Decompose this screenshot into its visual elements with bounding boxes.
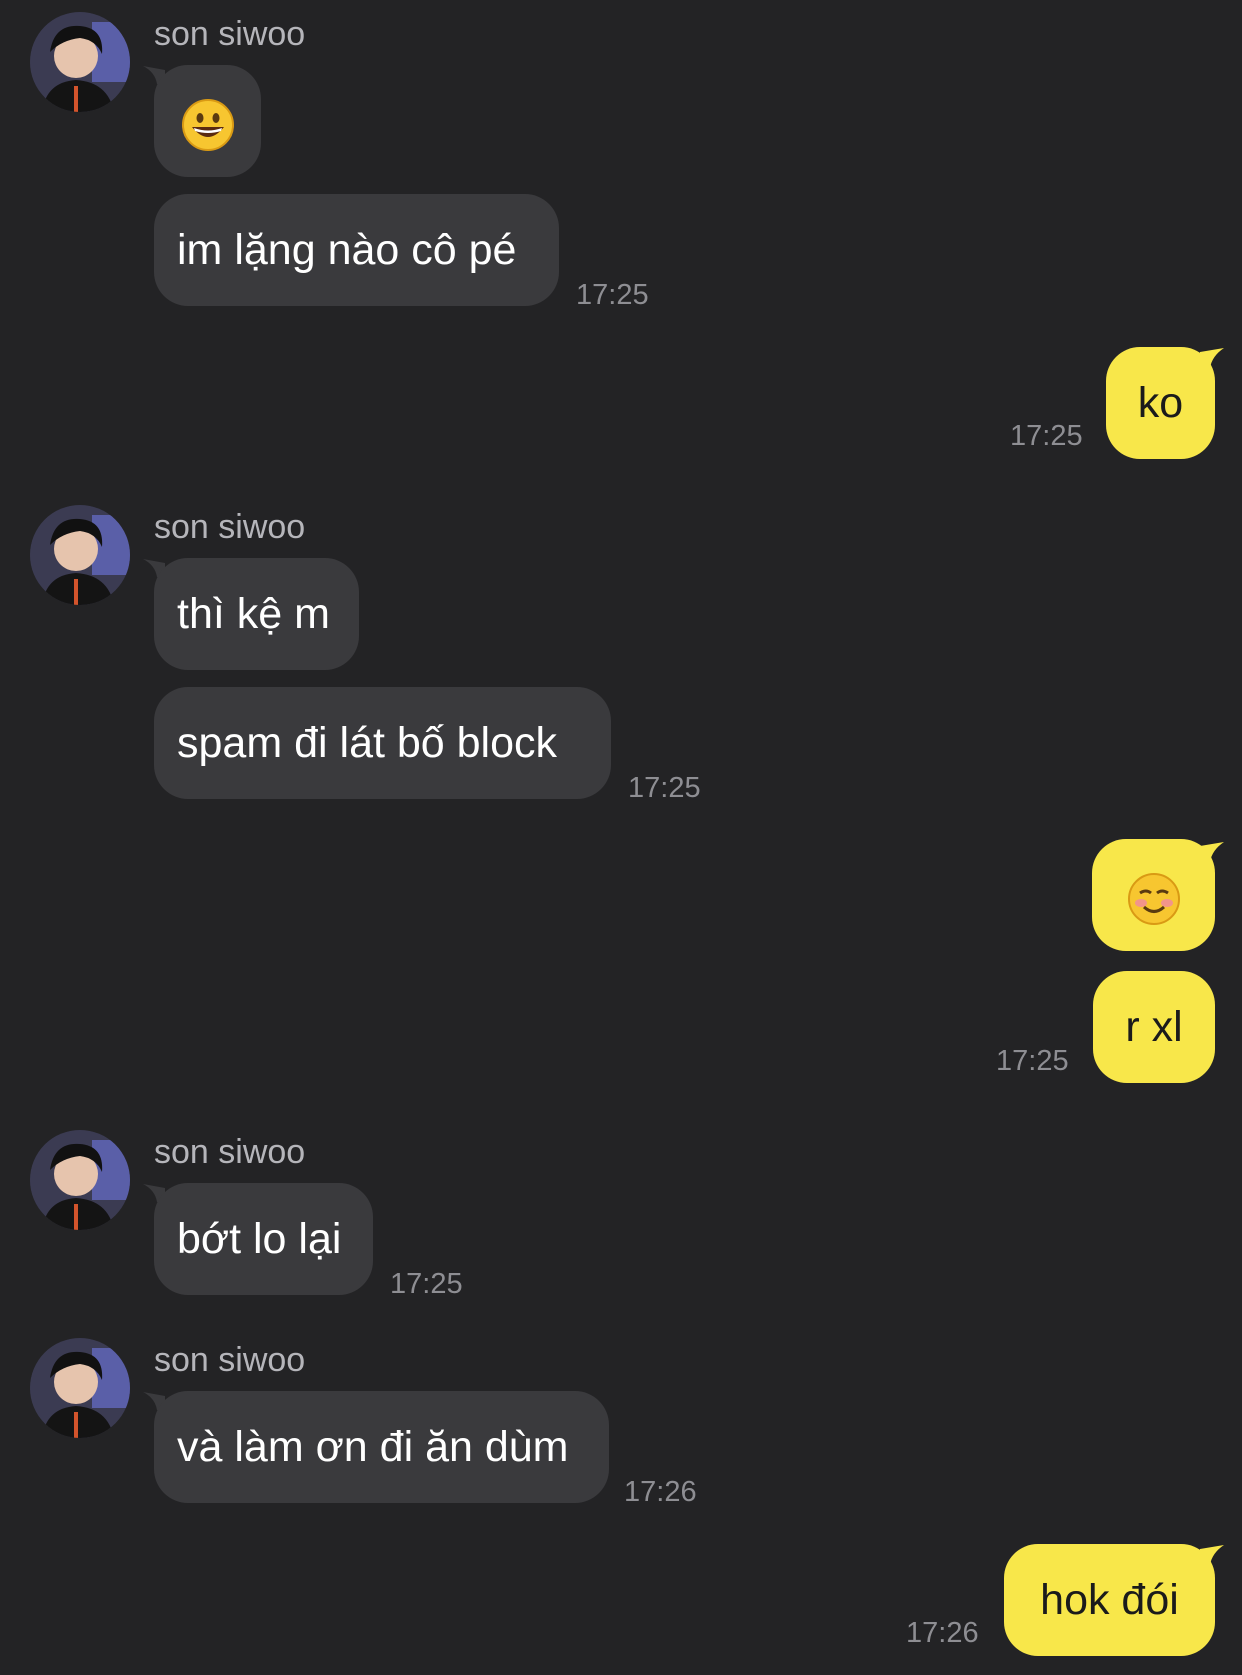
sender-name: son siwoo (154, 508, 306, 546)
sender-name: son siwoo (154, 1133, 306, 1171)
message-time: 17:26 (906, 1617, 979, 1649)
message-bubble[interactable]: thì kệ m (154, 558, 359, 670)
chat-thread[interactable]: son siwoo im lặng nào cô pé 17:25 ko 17:… (0, 0, 1242, 1675)
message-bubble[interactable]: bớt lo lại (154, 1183, 373, 1295)
avatar-photo-icon (30, 1338, 130, 1438)
message-bubble[interactable] (1092, 839, 1215, 951)
contact-avatar[interactable] (30, 12, 130, 112)
message-bubble[interactable]: hok đói (1004, 1544, 1215, 1656)
message-time: 17:25 (1010, 420, 1083, 452)
message-bubble[interactable]: ko (1106, 347, 1215, 459)
contact-avatar[interactable] (30, 1130, 130, 1230)
avatar-photo-icon (30, 1130, 130, 1230)
message-bubble[interactable] (154, 65, 261, 177)
contact-avatar[interactable] (30, 505, 130, 605)
message-time: 17:25 (390, 1268, 463, 1300)
grinning-face-emoji (180, 97, 236, 153)
message-time: 17:25 (996, 1045, 1069, 1077)
message-bubble[interactable]: spam đi lát bố block (154, 687, 611, 799)
message-bubble[interactable]: r xl (1093, 971, 1215, 1083)
message-bubble[interactable]: im lặng nào cô pé (154, 194, 559, 306)
contact-avatar[interactable] (30, 1338, 130, 1438)
smiling-face-emoji (1126, 871, 1182, 927)
message-time: 17:26 (624, 1476, 697, 1508)
avatar-photo-icon (30, 505, 130, 605)
sender-name: son siwoo (154, 1341, 306, 1379)
message-time: 17:25 (628, 772, 701, 804)
message-time: 17:25 (576, 279, 649, 311)
avatar-photo-icon (30, 12, 130, 112)
message-bubble[interactable]: và làm ơn đi ăn dùm (154, 1391, 609, 1503)
sender-name: son siwoo (154, 15, 306, 53)
